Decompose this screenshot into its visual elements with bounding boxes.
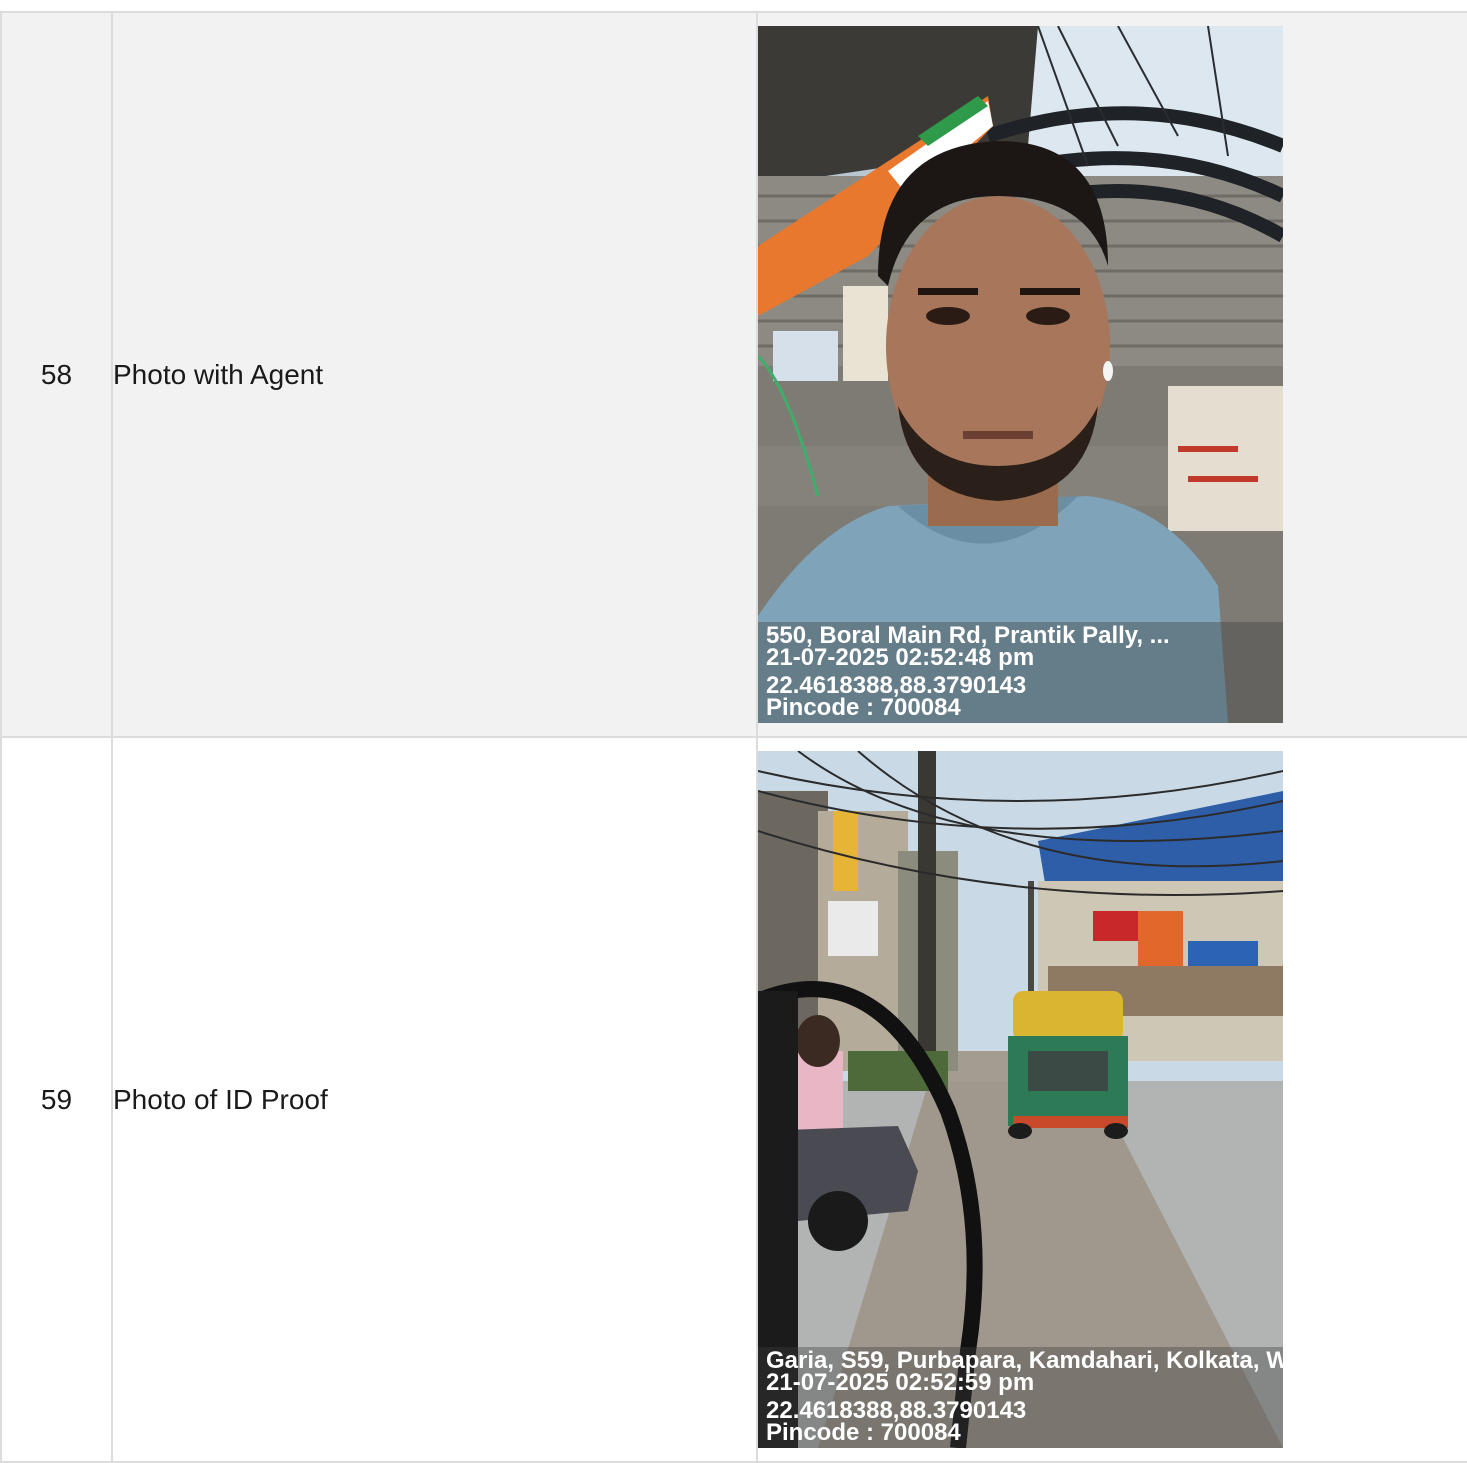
stamp-datetime: 21-07-2025 02:52:48 pm bbox=[766, 644, 1035, 671]
stamp-datetime: 21-07-2025 02:52:59 pm bbox=[766, 1369, 1035, 1396]
id-proof-photo[interactable]: Garia, S59, Purbapara, Kamdahari, Kolkat… bbox=[758, 751, 1283, 1448]
table-row: 59 Photo of ID Proof Garia, S59, Purbapa… bbox=[0, 736, 1467, 1463]
agent-photo-image bbox=[758, 26, 1283, 723]
row-number: 58 bbox=[0, 11, 113, 738]
document-sheet: 58 Photo with Agent 550, Boral Main Rd, … bbox=[0, 11, 1467, 1463]
row-number: 59 bbox=[0, 736, 113, 1463]
photo-geotag-stamp: 550, Boral Main Rd, Prantik Pally, ... 2… bbox=[758, 622, 1283, 723]
agent-photo[interactable]: 550, Boral Main Rd, Prantik Pally, ... 2… bbox=[758, 26, 1283, 723]
photo-table: 58 Photo with Agent 550, Boral Main Rd, … bbox=[0, 11, 1467, 1463]
row-label: Photo with Agent bbox=[111, 11, 758, 738]
id-proof-photo-image bbox=[758, 751, 1283, 1448]
table-row: 58 Photo with Agent 550, Boral Main Rd, … bbox=[0, 11, 1467, 738]
row-label: Photo of ID Proof bbox=[111, 736, 758, 1463]
photo-geotag-stamp: Garia, S59, Purbapara, Kamdahari, Kolkat… bbox=[758, 1347, 1283, 1448]
stamp-pincode: Pincode : 700084 bbox=[766, 694, 961, 721]
photo-cell: Garia, S59, Purbapara, Kamdahari, Kolkat… bbox=[756, 736, 1467, 1463]
stamp-pincode: Pincode : 700084 bbox=[766, 1419, 961, 1446]
photo-cell: 550, Boral Main Rd, Prantik Pally, ... 2… bbox=[756, 11, 1467, 738]
